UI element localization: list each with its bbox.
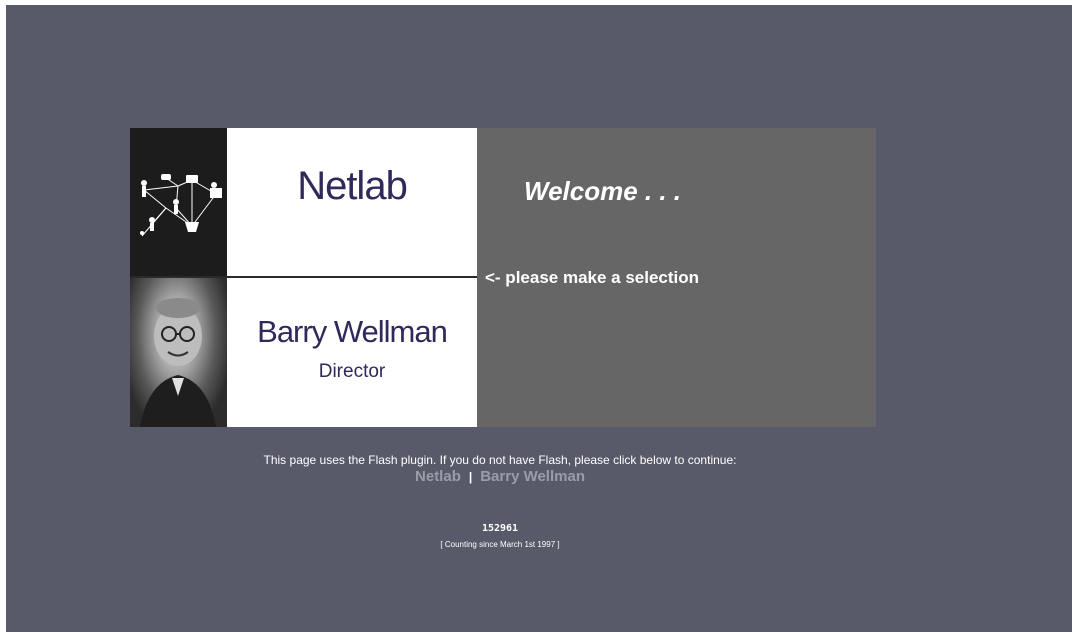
netlab-link[interactable]: Netlab [415, 468, 461, 485]
horizontal-divider [130, 276, 477, 278]
selection-hint: <- please make a selection [485, 268, 700, 287]
page-background: Netlab Barry Wellman Director Welcome . … [6, 5, 1072, 632]
portrait-image [140, 298, 216, 427]
network-people-icon [140, 174, 222, 237]
welcome-heading: Welcome . . . [524, 176, 682, 206]
counting-since-label: [ Counting since March 1st 1997 ] [440, 540, 560, 549]
director-name-button[interactable]: Barry Wellman [227, 314, 477, 350]
visit-counter: 152961 [481, 523, 519, 534]
fallback-links: Netlab | Barry Wellman [6, 468, 994, 485]
flash-plugin-note: This page uses the Flash plugin. If you … [263, 453, 737, 467]
barry-wellman-link[interactable]: Barry Wellman [480, 468, 585, 485]
network-illustration[interactable] [130, 128, 227, 276]
director-role-label: Director [318, 361, 386, 382]
link-separator: | [468, 470, 473, 484]
director-photo[interactable] [130, 278, 227, 427]
flash-banner: Netlab Barry Wellman Director Welcome . … [130, 128, 876, 427]
netlab-title-button[interactable]: Netlab [227, 164, 477, 209]
welcome-panel: Welcome . . . <- please make a selection [477, 128, 876, 427]
